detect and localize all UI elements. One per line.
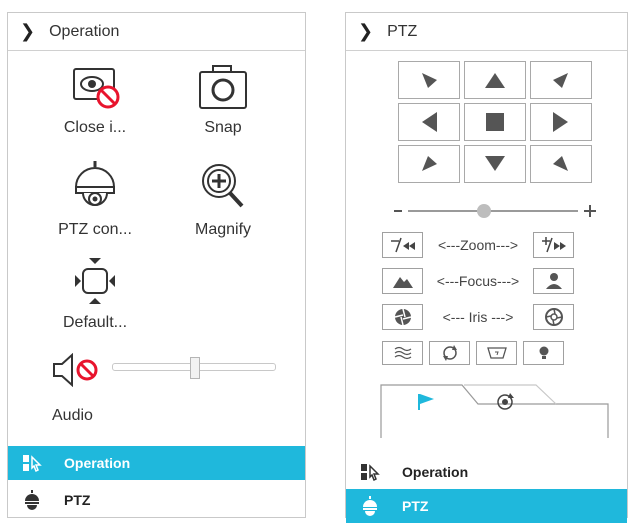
iris-close-icon: [394, 308, 411, 326]
snap-camera-icon: [199, 65, 247, 109]
arrow-left-icon: [422, 112, 437, 132]
default-view-button[interactable]: Default...: [50, 256, 140, 332]
ptz-panel-title: PTZ: [387, 22, 418, 40]
zoom-in-icon: [541, 237, 566, 253]
wiper-button[interactable]: [382, 341, 423, 365]
iris-label: <--- Iris --->: [442, 309, 514, 325]
ptz-up-right-button[interactable]: [530, 61, 592, 99]
default-view-label: Default...: [62, 314, 128, 331]
ptz-dome-small-icon: [363, 496, 377, 516]
arrow-right-icon: [553, 112, 568, 132]
magnify-label: Magnify: [194, 221, 252, 238]
volume-slider-thumb[interactable]: [190, 357, 200, 379]
snap-button[interactable]: Snap: [178, 63, 268, 137]
close-image-icon: [73, 68, 120, 109]
focus-near-button[interactable]: [533, 268, 574, 294]
focus-label: <---Focus--->: [436, 273, 520, 289]
arrow-down-left-icon: [422, 156, 437, 171]
close-image-button[interactable]: Close i...: [50, 67, 140, 137]
operation-panel: ❯ Operation Close i... Snap PTZ con... M…: [7, 12, 306, 518]
ptz-up-button[interactable]: [464, 61, 526, 99]
audio-label: Audio: [52, 407, 93, 424]
arrow-down-icon: [485, 156, 505, 171]
tab-operation[interactable]: Operation: [346, 455, 627, 489]
ptz-dome-small-icon: [25, 490, 39, 510]
magnify-button[interactable]: Magnify: [178, 159, 268, 239]
speaker-muted-icon[interactable]: [50, 353, 104, 387]
operation-panel-title: Operation: [49, 22, 120, 40]
ptz-speed-slider[interactable]: [392, 200, 598, 222]
chevron-right-icon[interactable]: ❯: [358, 21, 373, 42]
operation-cursor-icon: [361, 464, 380, 482]
tab-operation-label: Operation: [64, 455, 131, 471]
ptz-down-button[interactable]: [464, 145, 526, 183]
preset-flag-icon[interactable]: [416, 393, 436, 411]
arrow-up-left-icon: [422, 73, 437, 88]
iris-open-icon: [544, 308, 563, 326]
zoom-row: <---Zoom--->: [382, 232, 574, 258]
ptz-up-left-button[interactable]: [398, 61, 460, 99]
magnify-icon: [202, 164, 244, 208]
operation-panel-header[interactable]: ❯ Operation: [8, 13, 305, 51]
ptz-control-button[interactable]: PTZ con...: [50, 159, 140, 239]
light-button[interactable]: [523, 341, 564, 365]
tab-ptz[interactable]: PTZ: [8, 483, 305, 517]
snap-label: Snap: [204, 119, 242, 136]
ptz-panel: ❯ PTZ <---Zoom---> <---Focus---> <--- Ir…: [345, 12, 628, 523]
preset-view-icon: [486, 347, 507, 359]
ptz-dome-camera-icon: [74, 161, 116, 206]
zoom-out-button[interactable]: [382, 232, 423, 258]
cruise-track-icon[interactable]: [494, 391, 516, 413]
iris-open-button[interactable]: [533, 304, 574, 330]
wave-wiper-icon: [394, 346, 411, 360]
tab-operation[interactable]: Operation: [8, 446, 305, 480]
ptz-stop-button[interactable]: [464, 103, 526, 141]
ptz-panel-header[interactable]: ❯ PTZ: [346, 13, 627, 51]
arrow-up-icon: [485, 73, 505, 88]
person-focus-near-icon: [545, 273, 562, 289]
ptz-right-button[interactable]: [530, 103, 592, 141]
arrow-down-right-icon: [553, 156, 568, 171]
ptz-down-left-button[interactable]: [398, 145, 460, 183]
zoom-in-button[interactable]: [533, 232, 574, 258]
ptz-left-button[interactable]: [398, 103, 460, 141]
default-view-icon: [75, 258, 115, 304]
ptz-aux-row: [382, 341, 564, 365]
tab-operation-label: Operation: [402, 464, 469, 480]
focus-far-button[interactable]: [382, 268, 423, 294]
ptz-direction-pad: [398, 61, 592, 183]
zoom-label: <---Zoom--->: [437, 237, 519, 253]
close-image-label: Close i...: [63, 119, 127, 136]
ptz-control-label: PTZ con...: [58, 221, 132, 238]
auto-scan-button[interactable]: [429, 341, 470, 365]
stop-square-icon: [486, 113, 504, 131]
zoom-out-icon: [390, 237, 415, 253]
preset-button[interactable]: [476, 341, 517, 365]
arrow-up-right-icon: [553, 73, 568, 88]
ptz-down-right-button[interactable]: [530, 145, 592, 183]
iris-close-button[interactable]: [382, 304, 423, 330]
iris-row: <--- Iris --->: [382, 304, 574, 330]
focus-row: <---Focus--->: [382, 268, 574, 294]
tab-ptz-label: PTZ: [64, 492, 91, 508]
tab-ptz-label: PTZ: [402, 498, 429, 514]
mountain-focus-far-icon: [392, 277, 413, 288]
refresh-cycle-icon: [442, 345, 457, 361]
operation-cursor-icon: [23, 455, 42, 473]
light-bulb-icon: [539, 346, 548, 359]
chevron-right-icon[interactable]: ❯: [20, 21, 35, 42]
